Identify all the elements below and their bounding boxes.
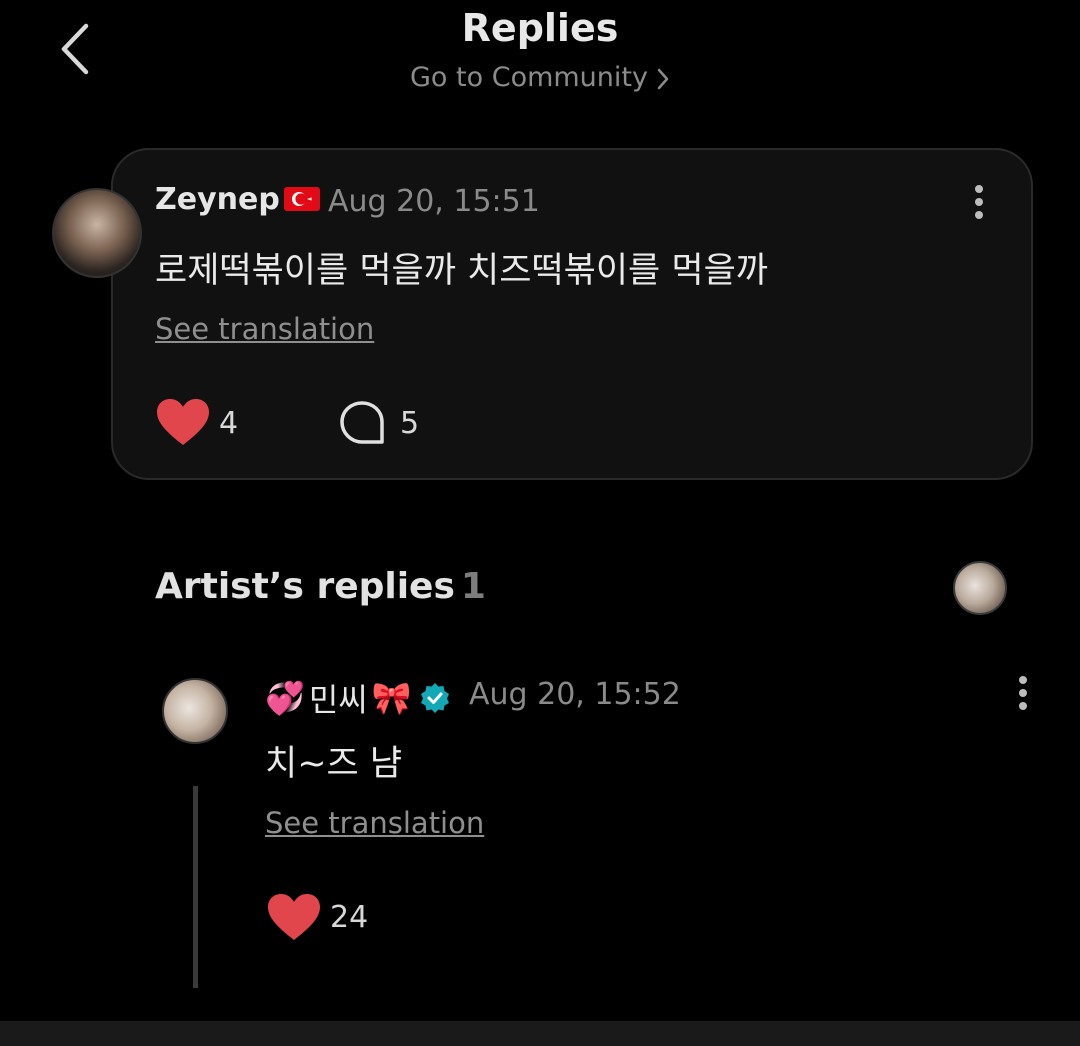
reply-more-options-button[interactable] (1006, 673, 1040, 715)
go-to-community-link[interactable]: Go to Community (0, 62, 1080, 93)
more-vertical-icon (975, 185, 983, 219)
heart-icon (157, 399, 209, 445)
comment-icon (340, 401, 384, 444)
verified-badge-icon (420, 683, 449, 713)
artist-replies-heading: Artist’s replies 1 (155, 566, 486, 607)
turkey-flag-icon (283, 187, 320, 211)
ribbon-emoji-icon: 🎀 (371, 679, 412, 717)
author-name: Zeynep (155, 182, 280, 217)
more-options-button[interactable] (962, 182, 996, 224)
reply-text: 치~즈 냠 (265, 744, 403, 784)
like-button[interactable] (155, 398, 211, 448)
see-translation-link[interactable]: See translation (155, 312, 374, 346)
post-timestamp: Aug 20, 15:51 (328, 184, 540, 219)
comment-button[interactable] (337, 398, 387, 448)
more-vertical-icon (1019, 676, 1027, 710)
chevron-right-icon (657, 68, 669, 89)
reply-timestamp: Aug 20, 15:52 (469, 677, 681, 712)
bottom-bar (0, 1021, 1080, 1046)
reply-like-count: 24 (330, 900, 369, 935)
reply-avatar[interactable] (162, 678, 228, 744)
reply-like-button[interactable] (266, 893, 322, 943)
heart-emoji-icon: 💞 (265, 679, 305, 717)
post-author[interactable]: Zeynep (155, 182, 320, 217)
artist-avatar-button[interactable] (953, 561, 1007, 615)
reply-see-translation-link[interactable]: See translation (265, 806, 484, 840)
comment-count: 5 (400, 406, 420, 441)
community-link-label: Go to Community (410, 62, 648, 93)
artist-replies-title: Artist’s replies (155, 566, 455, 607)
heart-icon (268, 894, 320, 940)
reply-author-name: 민씨 (308, 681, 368, 719)
artist-replies-count: 1 (460, 566, 486, 607)
page-title: Replies (461, 6, 619, 50)
like-count: 4 (219, 406, 239, 441)
reply-author[interactable]: 💞 민씨 🎀 (265, 675, 450, 721)
avatar[interactable] (52, 188, 142, 278)
post-text: 로제떡볶이를 먹을까 치즈떡볶이를 먹을까 (155, 251, 768, 291)
thread-line (193, 786, 198, 988)
